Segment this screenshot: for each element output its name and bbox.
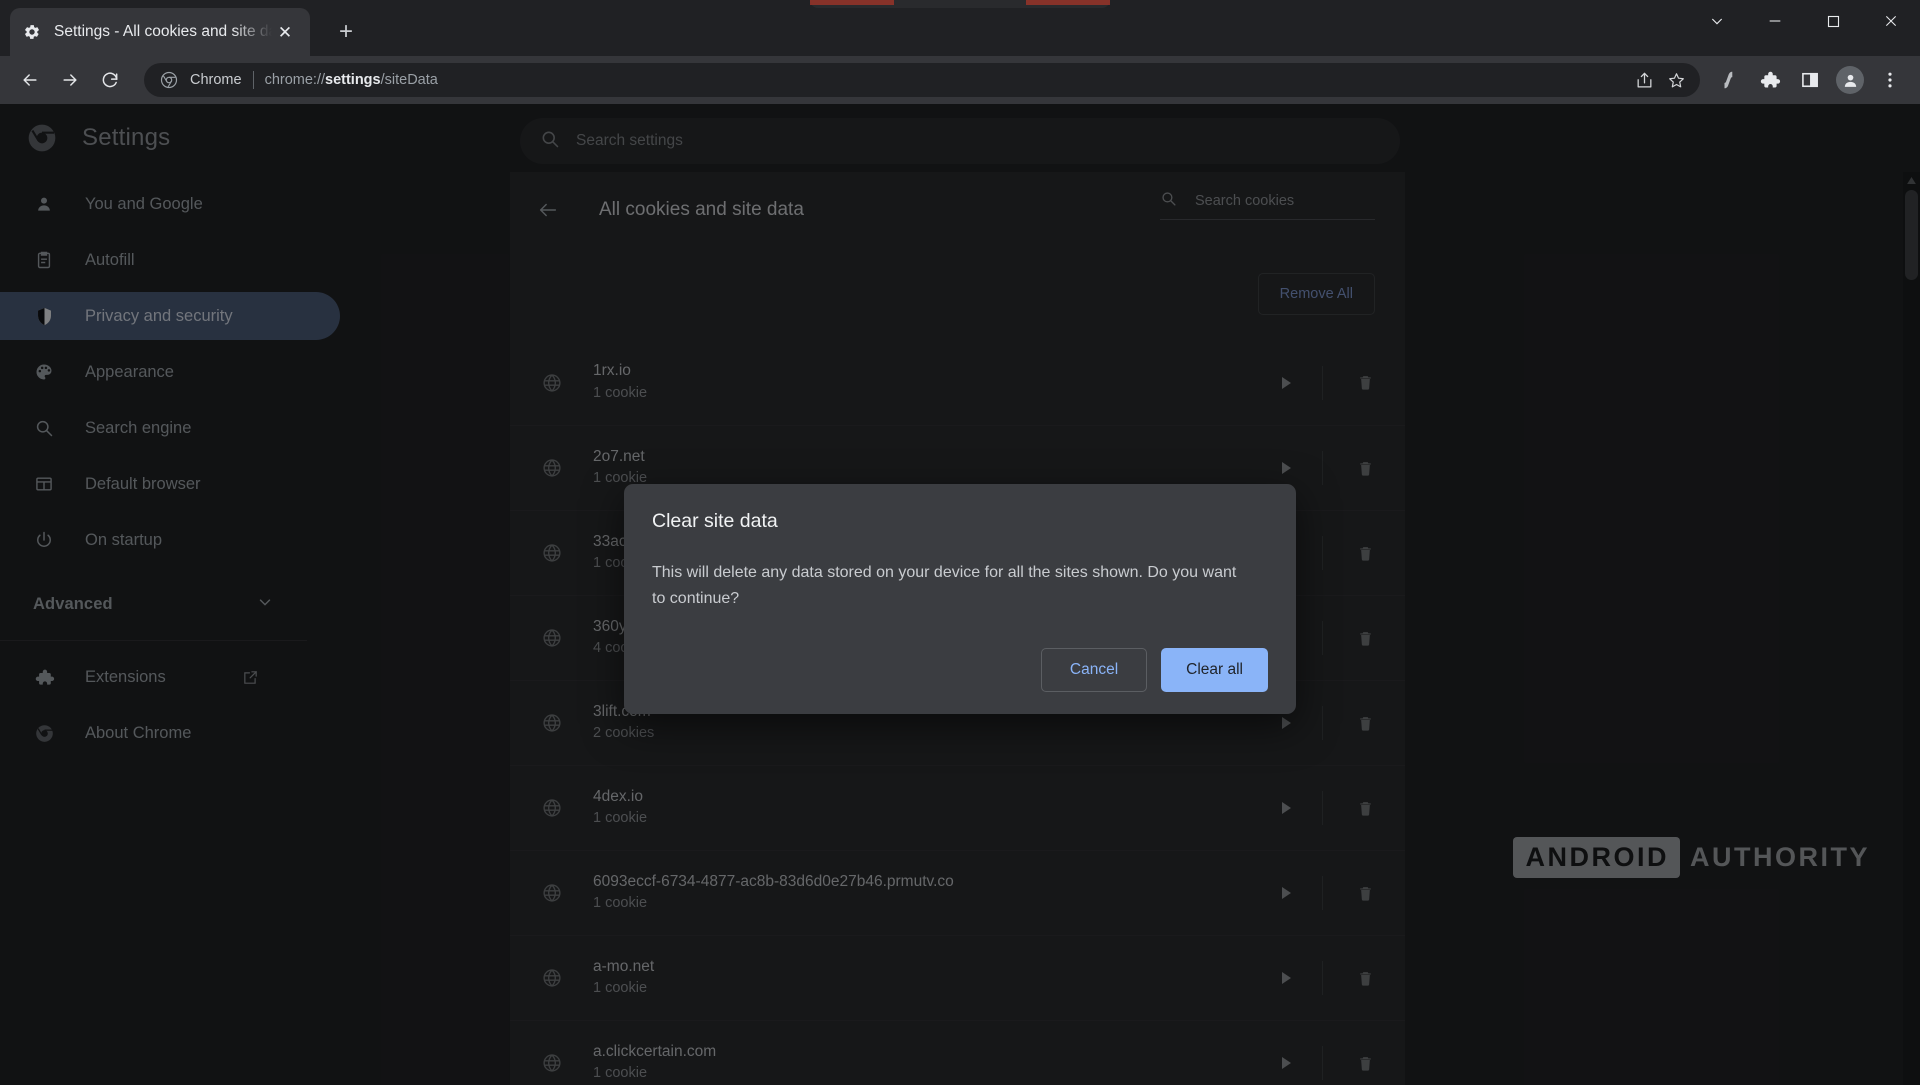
notch-accent-left <box>810 0 894 5</box>
notch-accent-right <box>1026 0 1110 5</box>
puzzle-extensions-icon[interactable] <box>1750 60 1790 100</box>
address-bar[interactable]: Chrome chrome://settings/siteData <box>144 63 1700 97</box>
omnibox-divider <box>252 71 254 89</box>
extension-badge-icon[interactable] <box>1710 60 1750 100</box>
new-tab-button[interactable]: + <box>330 16 362 48</box>
side-panel-icon[interactable] <box>1790 60 1830 100</box>
browser-toolbar: Chrome chrome://settings/siteData <box>0 56 1920 104</box>
maximize-button[interactable] <box>1804 0 1862 42</box>
back-button[interactable] <box>10 60 50 100</box>
url-prefix: chrome:// <box>264 72 326 88</box>
profile-avatar-icon[interactable] <box>1830 60 1870 100</box>
browser-window: Settings - All cookies and site da ✕ + C… <box>0 0 1920 1085</box>
gear-icon <box>22 22 42 42</box>
dialog-actions: Cancel Clear all <box>652 647 1268 692</box>
bookmark-star-icon[interactable] <box>1660 64 1692 96</box>
dialog-body-text: This will delete any data stored on your… <box>652 564 1237 607</box>
close-window-button[interactable] <box>1862 0 1920 42</box>
chrome-logo-icon <box>158 69 180 91</box>
minimize-button[interactable] <box>1746 0 1804 42</box>
tab-strip: Settings - All cookies and site da ✕ + <box>0 0 1920 56</box>
omnibox-url: chrome://settings/siteData <box>265 72 438 88</box>
close-tab-button[interactable]: ✕ <box>272 19 298 45</box>
window-controls <box>1688 0 1920 42</box>
reload-button[interactable] <box>90 60 130 100</box>
tab-title: Settings - All cookies and site da <box>54 23 272 40</box>
dialog-title: Clear site data <box>652 510 778 532</box>
cancel-button[interactable]: Cancel <box>1040 647 1148 692</box>
three-dot-menu-icon[interactable] <box>1870 60 1910 100</box>
url-bold-segment: settings <box>325 72 381 88</box>
forward-button[interactable] <box>50 60 90 100</box>
omnibox-scheme-label: Chrome <box>190 72 242 88</box>
omnibox-actions <box>1628 63 1692 97</box>
url-suffix: /siteData <box>380 72 438 88</box>
clear-site-data-dialog: Clear site data This will delete any dat… <box>624 484 1296 714</box>
browser-tab[interactable]: Settings - All cookies and site da ✕ <box>10 8 310 56</box>
window-notch <box>810 0 1110 8</box>
clear-all-button[interactable]: Clear all <box>1161 647 1268 692</box>
tab-search-button[interactable] <box>1688 0 1746 42</box>
avatar <box>1836 66 1864 94</box>
share-icon[interactable] <box>1628 64 1660 96</box>
